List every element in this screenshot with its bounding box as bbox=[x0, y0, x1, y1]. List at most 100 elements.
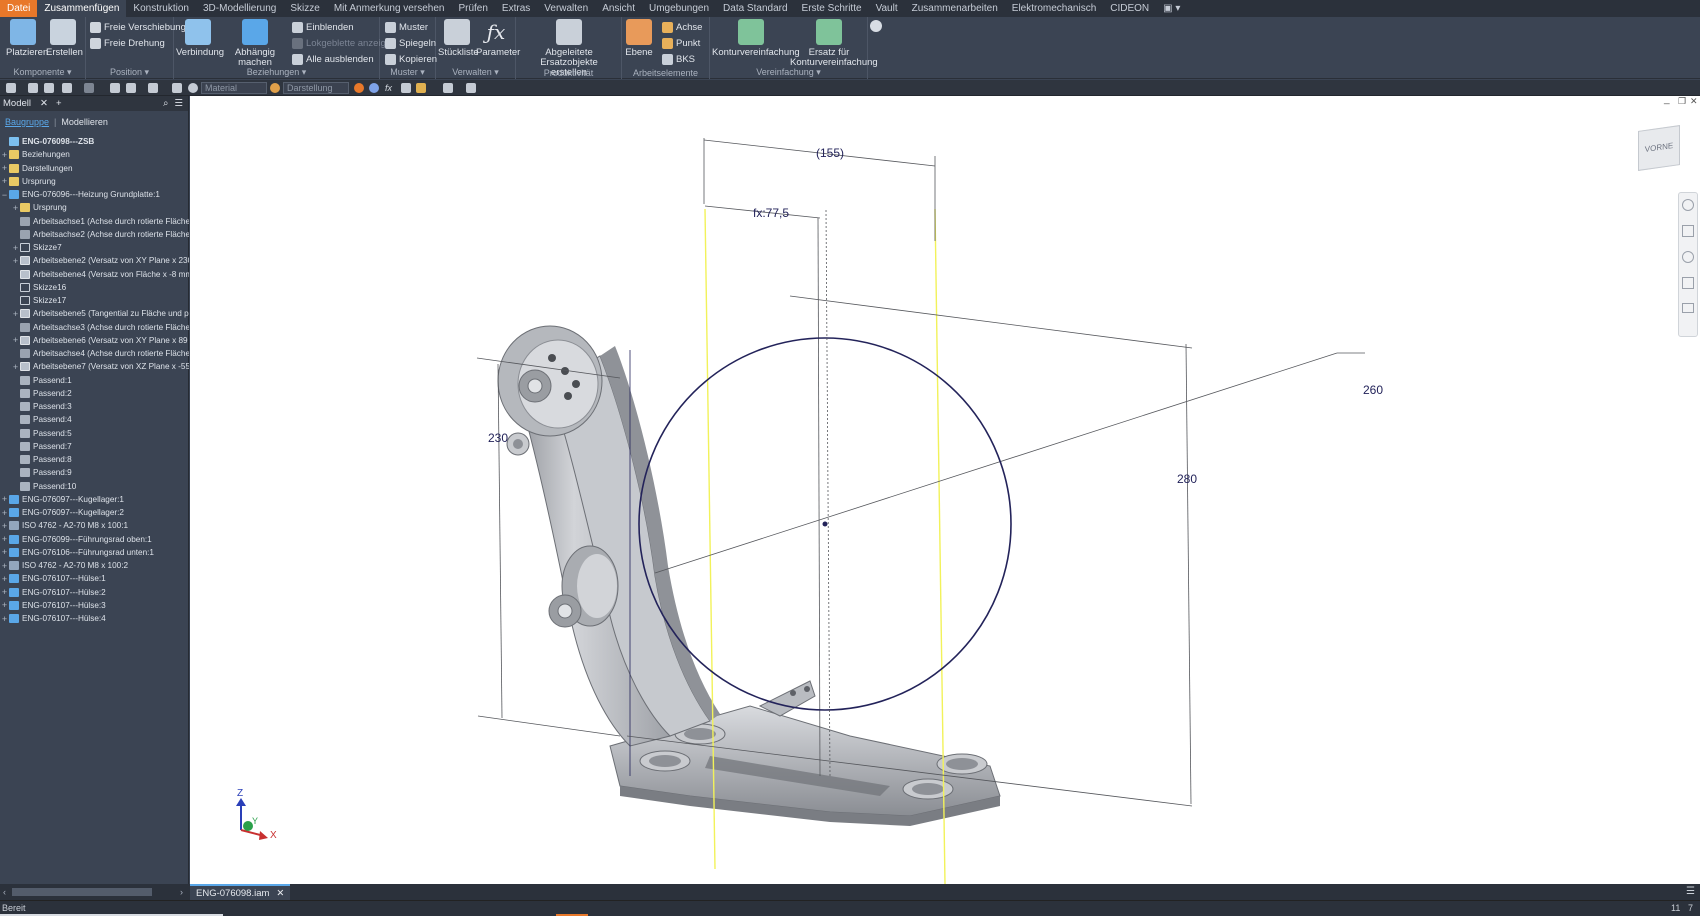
add-icon[interactable] bbox=[401, 83, 411, 93]
minimize-icon[interactable]: _ bbox=[1664, 96, 1670, 105]
menu-item-3[interactable]: 3D-Modellierung bbox=[196, 0, 283, 17]
spiegeln-button[interactable]: Spiegeln bbox=[385, 36, 436, 50]
save-icon[interactable] bbox=[44, 83, 54, 93]
tree-node[interactable]: Passend:1 bbox=[0, 374, 189, 387]
ebene-button[interactable]: Ebene bbox=[624, 19, 654, 58]
tree-node[interactable]: + Darstellungen bbox=[0, 162, 189, 175]
menu-item-16[interactable]: CIDEON bbox=[1103, 0, 1156, 17]
fx-icon[interactable]: fx bbox=[385, 83, 395, 93]
bks-button[interactable]: BKS bbox=[662, 52, 695, 66]
tree-node[interactable]: Skizze16 bbox=[0, 281, 189, 294]
expand-icon[interactable]: + bbox=[0, 176, 9, 186]
group-label[interactable]: Vereinfachung ▾ bbox=[710, 67, 867, 78]
zoom-icon[interactable] bbox=[1682, 251, 1694, 263]
tree-node[interactable]: + ENG-076107---Hülse:4 bbox=[0, 612, 189, 625]
muster-button[interactable]: Muster bbox=[385, 20, 428, 34]
orbit-icon[interactable] bbox=[1682, 277, 1694, 289]
tree-node[interactable]: Passend:5 bbox=[0, 427, 189, 440]
view-icon[interactable] bbox=[416, 83, 426, 93]
search-icon[interactable]: ⌕ bbox=[163, 98, 168, 109]
expand-icon[interactable]: + bbox=[0, 494, 9, 504]
grid-icon[interactable] bbox=[443, 83, 453, 93]
menu-item-0[interactable]: Datei bbox=[0, 0, 38, 17]
menu-item-2[interactable]: Konstruktion bbox=[126, 0, 196, 17]
freie-verschiebung-button[interactable]: Freie Verschiebung bbox=[90, 20, 186, 34]
pan-icon[interactable] bbox=[1682, 225, 1694, 237]
browser-title[interactable]: Modell bbox=[0, 98, 31, 109]
open-icon[interactable] bbox=[28, 83, 38, 93]
customize-icon[interactable] bbox=[466, 83, 476, 93]
darstellung-dropdown[interactable]: Darstellung bbox=[283, 82, 349, 94]
tree-node[interactable]: Arbeitsebene4 (Versatz von Fläche x -8 m… bbox=[0, 268, 189, 281]
appearance-icon[interactable] bbox=[270, 83, 280, 93]
tree-node[interactable]: + ENG-076107---Hülse:2 bbox=[0, 586, 189, 599]
color-icon[interactable] bbox=[354, 83, 364, 93]
expand-icon[interactable]: + bbox=[11, 203, 20, 213]
punkt-button[interactable]: Punkt bbox=[662, 36, 700, 50]
update-icon[interactable] bbox=[148, 83, 158, 93]
video-icon[interactable]: ▣ ▾ bbox=[1156, 0, 1187, 17]
group-label[interactable]: Beziehungen ▾ bbox=[174, 67, 379, 78]
tree-node[interactable]: Passend:9 bbox=[0, 466, 189, 479]
tree-node[interactable]: Passend:2 bbox=[0, 387, 189, 400]
viewcube[interactable]: VORNE bbox=[1638, 125, 1680, 171]
expand-icon[interactable]: + bbox=[11, 256, 20, 266]
stueckliste-button[interactable]: Stückliste bbox=[438, 19, 479, 58]
expand-icon[interactable]: + bbox=[0, 547, 9, 557]
dimension-155[interactable]: (155) bbox=[816, 146, 844, 160]
expand-icon[interactable]: + bbox=[0, 163, 9, 173]
erstellen-button[interactable]: Erstellen bbox=[46, 19, 83, 58]
tree-node[interactable]: + ENG-076097---Kugellager:2 bbox=[0, 506, 189, 519]
ersatz-konturvereinfachung-button[interactable]: Ersatz für Konturvereinfachung bbox=[790, 19, 878, 68]
expand-icon[interactable]: + bbox=[11, 309, 20, 319]
select-icon[interactable] bbox=[126, 83, 136, 93]
verbindung-button[interactable]: Verbindung bbox=[176, 19, 224, 58]
tree-node[interactable]: − ENG-076096---Heizung Grundplatte:1 bbox=[0, 188, 189, 201]
menu-item-5[interactable]: Mit Anmerkung versehen bbox=[327, 0, 452, 17]
add-tab-icon[interactable]: + bbox=[56, 98, 62, 109]
home-icon[interactable] bbox=[110, 83, 120, 93]
achse-button[interactable]: Achse bbox=[662, 20, 702, 34]
tree-node[interactable]: Arbeitsachse2 (Achse durch rotierte Fläc… bbox=[0, 228, 189, 241]
document-tab[interactable]: ENG-076098.iam ✕ bbox=[190, 884, 291, 900]
tree-node[interactable]: + ENG-076097---Kugellager:1 bbox=[0, 493, 189, 506]
tree-node[interactable]: Passend:3 bbox=[0, 400, 189, 413]
tree-node[interactable]: Arbeitsachse4 (Achse durch rotierte Fläc… bbox=[0, 347, 189, 360]
tree-node[interactable]: Passend:8 bbox=[0, 453, 189, 466]
expand-icon[interactable]: + bbox=[0, 521, 9, 531]
tree-node[interactable]: + ENG-076106---Führungsrad unten:1 bbox=[0, 546, 189, 559]
material-clear-icon[interactable] bbox=[188, 83, 198, 93]
dimension-280[interactable]: 280 bbox=[1177, 472, 1197, 486]
menu-item-14[interactable]: Zusammenarbeiten bbox=[905, 0, 1005, 17]
expand-icon[interactable]: + bbox=[0, 534, 9, 544]
close-icon[interactable]: ✕ bbox=[40, 98, 48, 109]
menu-item-13[interactable]: Vault bbox=[869, 0, 905, 17]
freie-drehung-button[interactable]: Freie Drehung bbox=[90, 36, 165, 50]
tree-node[interactable]: + Ursprung bbox=[0, 201, 189, 214]
expand-icon[interactable]: + bbox=[11, 362, 20, 372]
menu-item-8[interactable]: Verwalten bbox=[537, 0, 595, 17]
menu-item-6[interactable]: Prüfen bbox=[451, 0, 494, 17]
expand-icon[interactable]: + bbox=[0, 574, 9, 584]
tree-node[interactable]: Passend:7 bbox=[0, 440, 189, 453]
abhaengig-machen-button[interactable]: Abhängig machen bbox=[222, 19, 288, 68]
tree-node[interactable]: Arbeitsachse1 (Achse durch rotierte Fläc… bbox=[0, 215, 189, 228]
menu-item-4[interactable]: Skizze bbox=[283, 0, 326, 17]
dimension-230[interactable]: 230 bbox=[488, 431, 508, 445]
expand-icon[interactable]: + bbox=[0, 508, 9, 518]
menu-item-10[interactable]: Umgebungen bbox=[642, 0, 716, 17]
scroll-right-icon[interactable]: › bbox=[180, 887, 190, 897]
expand-icon[interactable]: + bbox=[0, 587, 9, 597]
menu-item-11[interactable]: Data Standard bbox=[716, 0, 795, 17]
clear-appearance-icon[interactable] bbox=[369, 83, 379, 93]
tree-node[interactable]: + ENG-076099---Führungsrad oben:1 bbox=[0, 533, 189, 546]
undo-icon[interactable] bbox=[62, 83, 72, 93]
expand-icon[interactable]: + bbox=[11, 335, 20, 345]
expand-icon[interactable]: + bbox=[11, 243, 20, 253]
tree-node[interactable]: Skizze17 bbox=[0, 294, 189, 307]
tree-node[interactable]: + Ursprung bbox=[0, 175, 189, 188]
material-dropdown[interactable]: Material bbox=[201, 82, 267, 94]
menu-item-7[interactable]: Extras bbox=[495, 0, 537, 17]
tree-node[interactable]: + Skizze7 bbox=[0, 241, 189, 254]
tree-node[interactable]: + ISO 4762 - A2-70 M8 x 100:2 bbox=[0, 559, 189, 572]
